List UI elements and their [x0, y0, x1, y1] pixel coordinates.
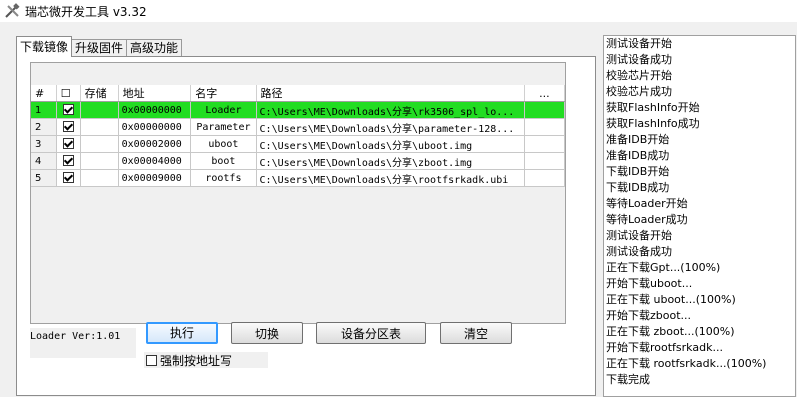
execute-button[interactable]: 执行: [146, 322, 218, 344]
row-browse[interactable]: [524, 135, 565, 153]
log-line: 测试设备成功: [606, 53, 672, 66]
title-bar: 瑞芯微开发工具 v3.32: [0, 0, 797, 22]
tab-upgrade-firmware[interactable]: 升级固件: [71, 39, 128, 57]
partition-table-button[interactable]: 设备分区表: [316, 322, 426, 344]
row-index: 1: [31, 101, 57, 119]
table-row[interactable]: 2 0x00000000 Parameter C:\Users\ME\Downl…: [31, 118, 565, 136]
row-address[interactable]: 0x00002000: [118, 135, 192, 153]
row-storage: [80, 118, 119, 136]
log-panel[interactable]: 测试设备开始 测试设备成功 校验芯片开始 校验芯片成功 获取FlashInfo开…: [603, 35, 796, 397]
row-path[interactable]: C:\Users\ME\Downloads\分享\zboot.img: [256, 152, 525, 170]
col-header-index[interactable]: #: [31, 85, 57, 102]
col-header-address[interactable]: 地址: [118, 85, 192, 102]
log-line: 获取FlashInfo成功: [606, 117, 700, 130]
log-line: 正在下载 uboot...(100%): [606, 293, 736, 306]
row-index: 4: [31, 152, 57, 170]
row-name[interactable]: boot: [190, 152, 257, 170]
log-line: 准备IDB开始: [606, 133, 670, 146]
row-path[interactable]: C:\Users\ME\Downloads\分享\parameter-128..…: [256, 118, 525, 136]
log-line: 等待Loader开始: [606, 197, 688, 210]
clear-button[interactable]: 清空: [440, 322, 512, 344]
col-header-name[interactable]: 名字: [190, 85, 257, 102]
row-address[interactable]: 0x00009000: [118, 169, 192, 187]
row-browse[interactable]: [524, 169, 565, 187]
log-line: 正在下载 zboot...(100%): [606, 325, 735, 338]
row-checkbox[interactable]: [62, 121, 74, 133]
table-row[interactable]: 1 0x00000000 Loader C:\Users\ME\Download…: [31, 101, 565, 119]
window-title: 瑞芯微开发工具 v3.32: [25, 4, 147, 19]
col-header-check[interactable]: ☐: [56, 85, 81, 102]
row-index: 5: [31, 169, 57, 187]
log-line: 下载IDB开始: [606, 165, 670, 178]
tab-advanced[interactable]: 高级功能: [126, 39, 183, 57]
row-address[interactable]: 0x00000000: [118, 118, 192, 136]
log-line: 下载IDB成功: [606, 181, 670, 194]
row-name[interactable]: Parameter: [190, 118, 257, 136]
row-checkbox[interactable]: [62, 138, 74, 150]
col-header-more[interactable]: ...: [524, 85, 565, 102]
log-line: 正在下载 rootfsrkadk...(100%): [606, 357, 767, 370]
log-line: 测试设备成功: [606, 245, 672, 258]
row-name[interactable]: Loader: [190, 101, 257, 119]
row-path[interactable]: C:\Users\ME\Downloads\分享\rootfsrkadk.ubi: [256, 169, 525, 187]
row-address[interactable]: 0x00004000: [118, 152, 192, 170]
row-storage: [80, 135, 119, 153]
row-name[interactable]: rootfs: [190, 169, 257, 187]
row-path[interactable]: C:\Users\ME\Downloads\分享\uboot.img: [256, 135, 525, 153]
table-row[interactable]: 3 0x00002000 uboot C:\Users\ME\Downloads…: [31, 135, 565, 153]
log-line: 校验芯片成功: [606, 85, 672, 98]
log-line: 正在下载Gpt...(100%): [606, 261, 721, 274]
row-path[interactable]: C:\Users\ME\Downloads\分享\rk3506_spl_lo..…: [256, 101, 525, 119]
table-row[interactable]: 4 0x00004000 boot C:\Users\ME\Downloads\…: [31, 152, 565, 170]
switch-button[interactable]: 切换: [231, 322, 303, 344]
row-storage: [80, 152, 119, 170]
log-line: 开始下载uboot...: [606, 277, 693, 290]
log-line: 开始下载rootfsrkadk...: [606, 341, 723, 354]
tab-bar: 下载镜像 升级固件 高级功能: [16, 36, 183, 57]
log-line: 测试设备开始: [606, 229, 672, 242]
row-index: 3: [31, 135, 57, 153]
row-index: 2: [31, 118, 57, 136]
table-row[interactable]: 5 0x00009000 rootfs C:\Users\ME\Download…: [31, 169, 565, 187]
force-address-checkbox[interactable]: [146, 354, 157, 366]
row-checkbox[interactable]: [62, 104, 74, 116]
loader-version: Loader Ver:1.01: [30, 328, 136, 358]
image-table[interactable]: # ☐ 存储 地址 名字 路径 ... 1 0x00000000 Loader …: [30, 62, 566, 324]
image-table-grid: # ☐ 存储 地址 名字 路径 ... 1 0x00000000 Loader …: [31, 85, 565, 187]
row-storage: [80, 169, 119, 187]
row-checkbox[interactable]: [62, 155, 74, 167]
log-line: 下载完成: [606, 373, 650, 386]
force-address-option[interactable]: 强制按地址写: [144, 352, 268, 368]
tools-icon: [5, 3, 20, 18]
row-checkbox[interactable]: [62, 172, 74, 184]
row-name[interactable]: uboot: [190, 135, 257, 153]
log-line: 测试设备开始: [606, 37, 672, 50]
force-address-label: 强制按地址写: [160, 353, 233, 368]
row-address[interactable]: 0x00000000: [118, 101, 192, 119]
log-line: 准备IDB成功: [606, 149, 670, 162]
col-header-path[interactable]: 路径: [256, 85, 525, 102]
log-line: 获取FlashInfo开始: [606, 101, 700, 114]
log-line: 开始下载zboot...: [606, 309, 692, 322]
log-line: 等待Loader成功: [606, 213, 688, 226]
log-line: 校验芯片开始: [606, 69, 672, 82]
row-browse[interactable]: [524, 118, 565, 136]
row-browse[interactable]: [524, 152, 565, 170]
row-browse[interactable]: [524, 101, 565, 119]
row-storage: [80, 101, 119, 119]
col-header-storage[interactable]: 存储: [80, 85, 119, 102]
tab-download-image[interactable]: 下载镜像: [16, 36, 73, 57]
